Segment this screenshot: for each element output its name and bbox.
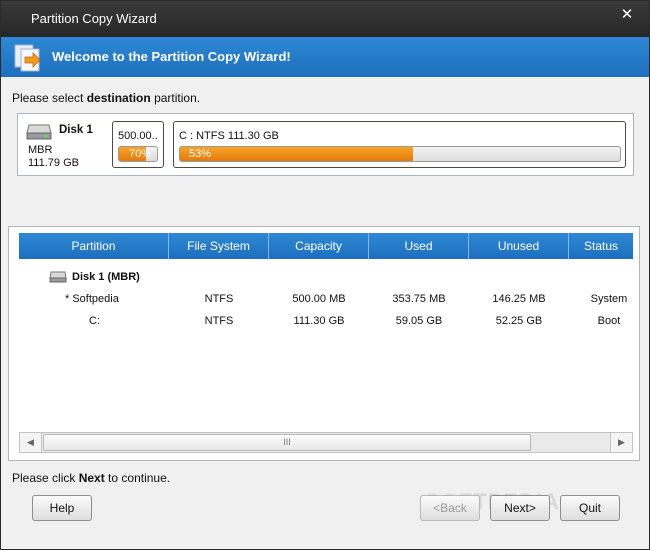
partition-copy-wizard-window: Partition Copy Wizard ✕ Welcome to the P… <box>0 0 650 550</box>
disk-name: Disk 1 <box>59 124 93 136</box>
title-bar: Partition Copy Wizard ✕ <box>1 1 649 37</box>
instruction-prefix: Please select <box>12 91 87 105</box>
cell-unused: 52.25 GB <box>495 315 543 327</box>
hard-disk-icon <box>49 271 67 283</box>
disk-row[interactable]: Disk 1 (MBR) <box>19 266 633 288</box>
column-header-status[interactable]: Status <box>569 233 633 259</box>
footer-emphasis: Next <box>78 471 105 485</box>
disk-row-label: Disk 1 (MBR) <box>72 271 140 283</box>
cell-unused: 146.25 MB <box>492 293 546 305</box>
partition-table-panel: Partition File System Capacity Used Unus… <box>8 226 640 461</box>
usage-percent: 53% <box>189 148 212 160</box>
partition-label: C : NTFS 111.30 GB <box>179 130 279 142</box>
footer-prefix: Please click <box>12 471 79 485</box>
usage-bar: 53% <box>179 146 621 162</box>
back-button[interactable]: <Back <box>420 495 480 521</box>
table-header: Partition File System Capacity Used Unus… <box>19 233 633 259</box>
disk-map[interactable]: Disk 1 MBR 111.79 GB 500.00.. 70% C : NT… <box>17 113 634 176</box>
cell-used: 59.05 GB <box>395 315 443 327</box>
next-button[interactable]: Next> <box>490 495 550 521</box>
disk-type: MBR <box>28 144 53 156</box>
cell-capacity: 111.30 GB <box>293 315 345 327</box>
window-title: Partition Copy Wizard <box>31 11 157 26</box>
partition-label: 500.00.. <box>118 130 158 142</box>
column-header-unused[interactable]: Unused <box>469 233 569 259</box>
banner-heading: Welcome to the Partition Copy Wizard! <box>52 49 291 64</box>
wizard-banner: Welcome to the Partition Copy Wizard! <box>1 37 649 77</box>
quit-button[interactable]: Quit <box>560 495 620 521</box>
column-header-capacity[interactable]: Capacity <box>269 233 369 259</box>
cell-partition: * Softpedia <box>65 293 119 305</box>
horizontal-scrollbar[interactable]: ◀ III ▶ <box>19 432 633 453</box>
instruction-suffix: partition. <box>150 91 201 105</box>
instruction-emphasis: destination <box>86 91 151 105</box>
footer-suffix: to continue. <box>104 471 171 485</box>
usage-bar: 70% <box>118 146 158 162</box>
disk-size: 111.79 GB <box>28 157 79 169</box>
cell-file-system: NTFS <box>204 315 234 327</box>
close-icon[interactable]: ✕ <box>613 5 641 27</box>
scroll-right-icon[interactable]: ▶ <box>610 433 632 452</box>
column-header-used[interactable]: Used <box>369 233 469 259</box>
scroll-thumb[interactable]: III <box>43 434 531 451</box>
cell-file-system: NTFS <box>204 293 234 305</box>
table-row[interactable]: * Softpedia NTFS 500.00 MB 353.75 MB 146… <box>19 288 633 310</box>
column-header-file-system[interactable]: File System <box>169 233 269 259</box>
partition-block-system[interactable]: 500.00.. 70% <box>112 121 164 168</box>
cell-capacity: 500.00 MB <box>292 293 346 305</box>
help-button[interactable]: Help <box>32 495 92 521</box>
usage-percent: 70% <box>128 148 151 160</box>
hard-disk-icon <box>26 124 52 140</box>
cell-status: Boot <box>597 315 621 327</box>
partition-block-c[interactable]: C : NTFS 111.30 GB 53% <box>173 121 626 168</box>
table-row[interactable]: C: NTFS 111.30 GB 59.05 GB 52.25 GB Boot <box>19 310 633 332</box>
cell-partition: C: <box>89 315 100 327</box>
usage-fill <box>180 147 414 161</box>
disk-info[interactable]: Disk 1 MBR 111.79 GB <box>26 120 116 172</box>
scroll-left-icon[interactable]: ◀ <box>20 433 42 452</box>
cell-status: System <box>590 293 628 305</box>
cell-used: 353.75 MB <box>392 293 446 305</box>
continue-instruction: Please click Next to continue. <box>12 471 170 485</box>
select-destination-instruction: Please select destination partition. <box>12 91 200 105</box>
wizard-copy-icon <box>14 44 41 72</box>
column-header-partition[interactable]: Partition <box>19 233 169 259</box>
partition-table: Partition File System Capacity Used Unus… <box>19 233 633 426</box>
